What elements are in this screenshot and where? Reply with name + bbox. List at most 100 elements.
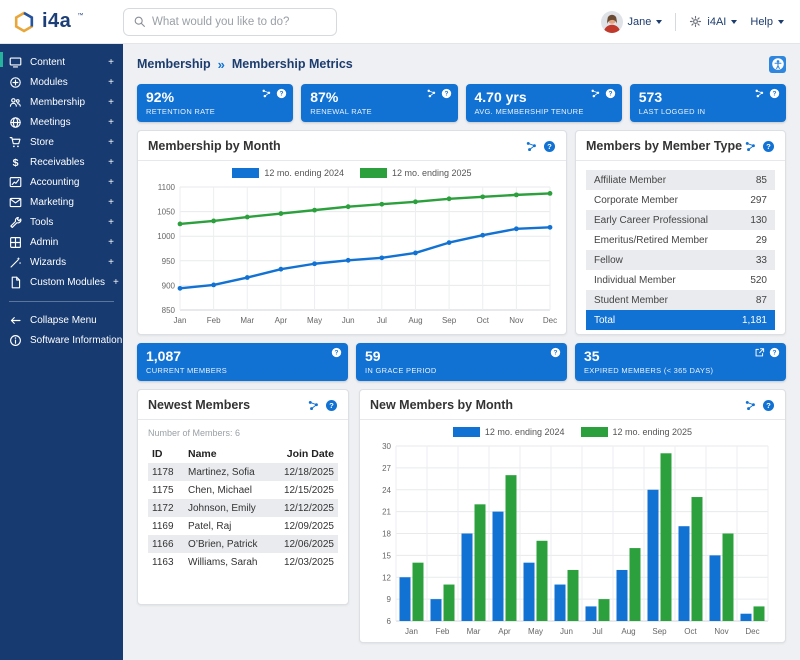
legend-swatch (581, 427, 608, 437)
sidebar-item-label: Meetings (30, 117, 71, 128)
sidebar-item-accounting[interactable]: Accounting+ (0, 172, 123, 192)
kpi-icons: ? (590, 88, 616, 99)
svg-text:?: ? (547, 142, 552, 151)
help-icon[interactable]: ? (769, 88, 780, 99)
expand-plus-icon[interactable]: + (108, 257, 114, 268)
logo[interactable]: i4a ™ (12, 10, 123, 34)
expand-plus-icon[interactable]: + (108, 137, 114, 148)
svg-text:Jun: Jun (342, 316, 355, 325)
help-icon[interactable]: ? (769, 347, 780, 358)
table-row[interactable]: 1172Johnson, Emily12/12/2025 (148, 499, 338, 517)
legend-item-12-mo-ending-2025: 12 mo. ending 2025 (360, 168, 472, 178)
share-nodes-icon[interactable] (426, 88, 437, 99)
sidebar-item-meetings[interactable]: Meetings + (0, 112, 123, 132)
member-type-value: 87 (756, 295, 767, 306)
sidebar-item-membership[interactable]: Membership+ (0, 92, 123, 112)
table-row[interactable]: 1169Patel, Raj12/09/2025 (148, 517, 338, 535)
kpi-label: AVG. MEMBERSHIP TENURE (475, 107, 613, 116)
breadcrumb-membership[interactable]: Membership (137, 57, 211, 71)
user-menu[interactable]: Jane (601, 11, 663, 33)
svg-text:Sep: Sep (652, 627, 667, 636)
legend-label: 12 mo. ending 2025 (613, 427, 693, 437)
sidebar-item-receivables[interactable]: $Receivables+ (0, 152, 123, 172)
expand-plus-icon[interactable]: + (108, 117, 114, 128)
help-icon[interactable]: ? (325, 399, 338, 412)
breadcrumb-chevron-icon: » (218, 57, 225, 72)
breadcrumb-membership-metrics: Membership Metrics (232, 57, 353, 71)
expand-plus-icon[interactable]: + (108, 157, 114, 168)
share-nodes-icon[interactable] (525, 140, 538, 153)
panel-title: Members by Member Type (586, 139, 742, 153)
help-menu[interactable]: Help (750, 16, 784, 28)
sidebar-item-wizards[interactable]: Wizards+ (0, 252, 123, 272)
expand-plus-icon[interactable]: + (113, 277, 119, 288)
sidebar-item-tools[interactable]: Tools+ (0, 212, 123, 232)
share-nodes-icon[interactable] (590, 88, 601, 99)
sidebar-item-custom-modules[interactable]: Custom Modules + (0, 272, 123, 292)
svg-text:15: 15 (382, 551, 391, 560)
expand-plus-icon[interactable]: + (108, 97, 114, 108)
svg-text:Jan: Jan (405, 627, 418, 636)
expand-plus-icon[interactable]: + (108, 217, 114, 228)
svg-text:Aug: Aug (621, 627, 635, 636)
sidebar-item-label: Store (30, 137, 54, 148)
search-icon (133, 15, 146, 28)
sidebar-item-collapse-menu[interactable]: Collapse Menu (0, 310, 123, 330)
sidebar-item-label: Custom Modules (30, 277, 105, 288)
help-icon[interactable]: ? (550, 347, 561, 358)
expand-plus-icon[interactable]: + (108, 237, 114, 248)
kpi-card-in-grace-period: ?59IN GRACE PERIOD (356, 343, 567, 381)
envelope-icon (9, 196, 22, 209)
member-id: 1178 (152, 467, 188, 478)
svg-text:1000: 1000 (157, 232, 175, 241)
search-bar[interactable] (123, 8, 337, 36)
member-join-date: 12/12/2025 (274, 503, 334, 514)
sidebar-item-modules[interactable]: Modules+ (0, 72, 123, 92)
help-icon[interactable]: ? (605, 88, 616, 99)
table-row[interactable]: 1163Williams, Sarah12/03/2025 (148, 553, 338, 571)
expand-plus-icon[interactable]: + (108, 57, 114, 68)
avatar (601, 11, 623, 33)
member-type-value: 297 (750, 195, 767, 206)
ai-menu[interactable]: i4AI (689, 15, 737, 28)
share-nodes-icon[interactable] (744, 399, 757, 412)
gear-icon (689, 15, 702, 28)
sidebar-item-admin[interactable]: Admin+ (0, 232, 123, 252)
table-row[interactable]: 1175Chen, Michael12/15/2025 (148, 481, 338, 499)
svg-text:Jan: Jan (174, 316, 187, 325)
newest-members-header-row: IDNameJoin Date (148, 445, 338, 463)
help-icon[interactable]: ? (762, 399, 775, 412)
search-input[interactable] (152, 16, 327, 28)
table-row[interactable]: 1166O’Brien, Patrick12/06/2025 (148, 535, 338, 553)
column-header-id: ID (152, 448, 188, 460)
sidebar-item-content[interactable]: Content+ (0, 52, 123, 72)
panel-title: New Members by Month (370, 398, 513, 412)
kpi-value: 1,087 (146, 348, 339, 365)
share-nodes-icon[interactable] (754, 88, 765, 99)
sidebar-item-label: Software Information (30, 335, 122, 346)
legend-item-12-mo-ending-2024: 12 mo. ending 2024 (453, 427, 565, 437)
help-icon[interactable]: ? (762, 140, 775, 153)
svg-text:1100: 1100 (158, 183, 176, 192)
expand-plus-icon[interactable]: + (108, 197, 114, 208)
accessibility-button[interactable] (769, 56, 786, 73)
external-link-icon[interactable] (754, 347, 765, 358)
member-name: Chen, Michael (188, 485, 274, 496)
share-nodes-icon[interactable] (307, 399, 320, 412)
help-icon[interactable]: ? (441, 88, 452, 99)
sidebar-item-marketing[interactable]: Marketing+ (0, 192, 123, 212)
help-icon[interactable]: ? (543, 140, 556, 153)
expand-plus-icon[interactable]: + (108, 177, 114, 188)
help-icon[interactable]: ? (331, 347, 342, 358)
kpi-label: IN GRACE PERIOD (365, 366, 558, 375)
share-nodes-icon[interactable] (261, 88, 272, 99)
member-id: 1172 (152, 503, 188, 514)
member-join-date: 12/03/2025 (274, 557, 334, 568)
svg-text:Mar: Mar (240, 316, 254, 325)
help-icon[interactable]: ? (276, 88, 287, 99)
table-row[interactable]: 1178Martinez, Sofia12/18/2025 (148, 463, 338, 481)
sidebar-item-store[interactable]: Store + (0, 132, 123, 152)
expand-plus-icon[interactable]: + (108, 77, 114, 88)
sidebar-item-software-information[interactable]: Software Information (0, 330, 123, 350)
share-nodes-icon[interactable] (744, 140, 757, 153)
